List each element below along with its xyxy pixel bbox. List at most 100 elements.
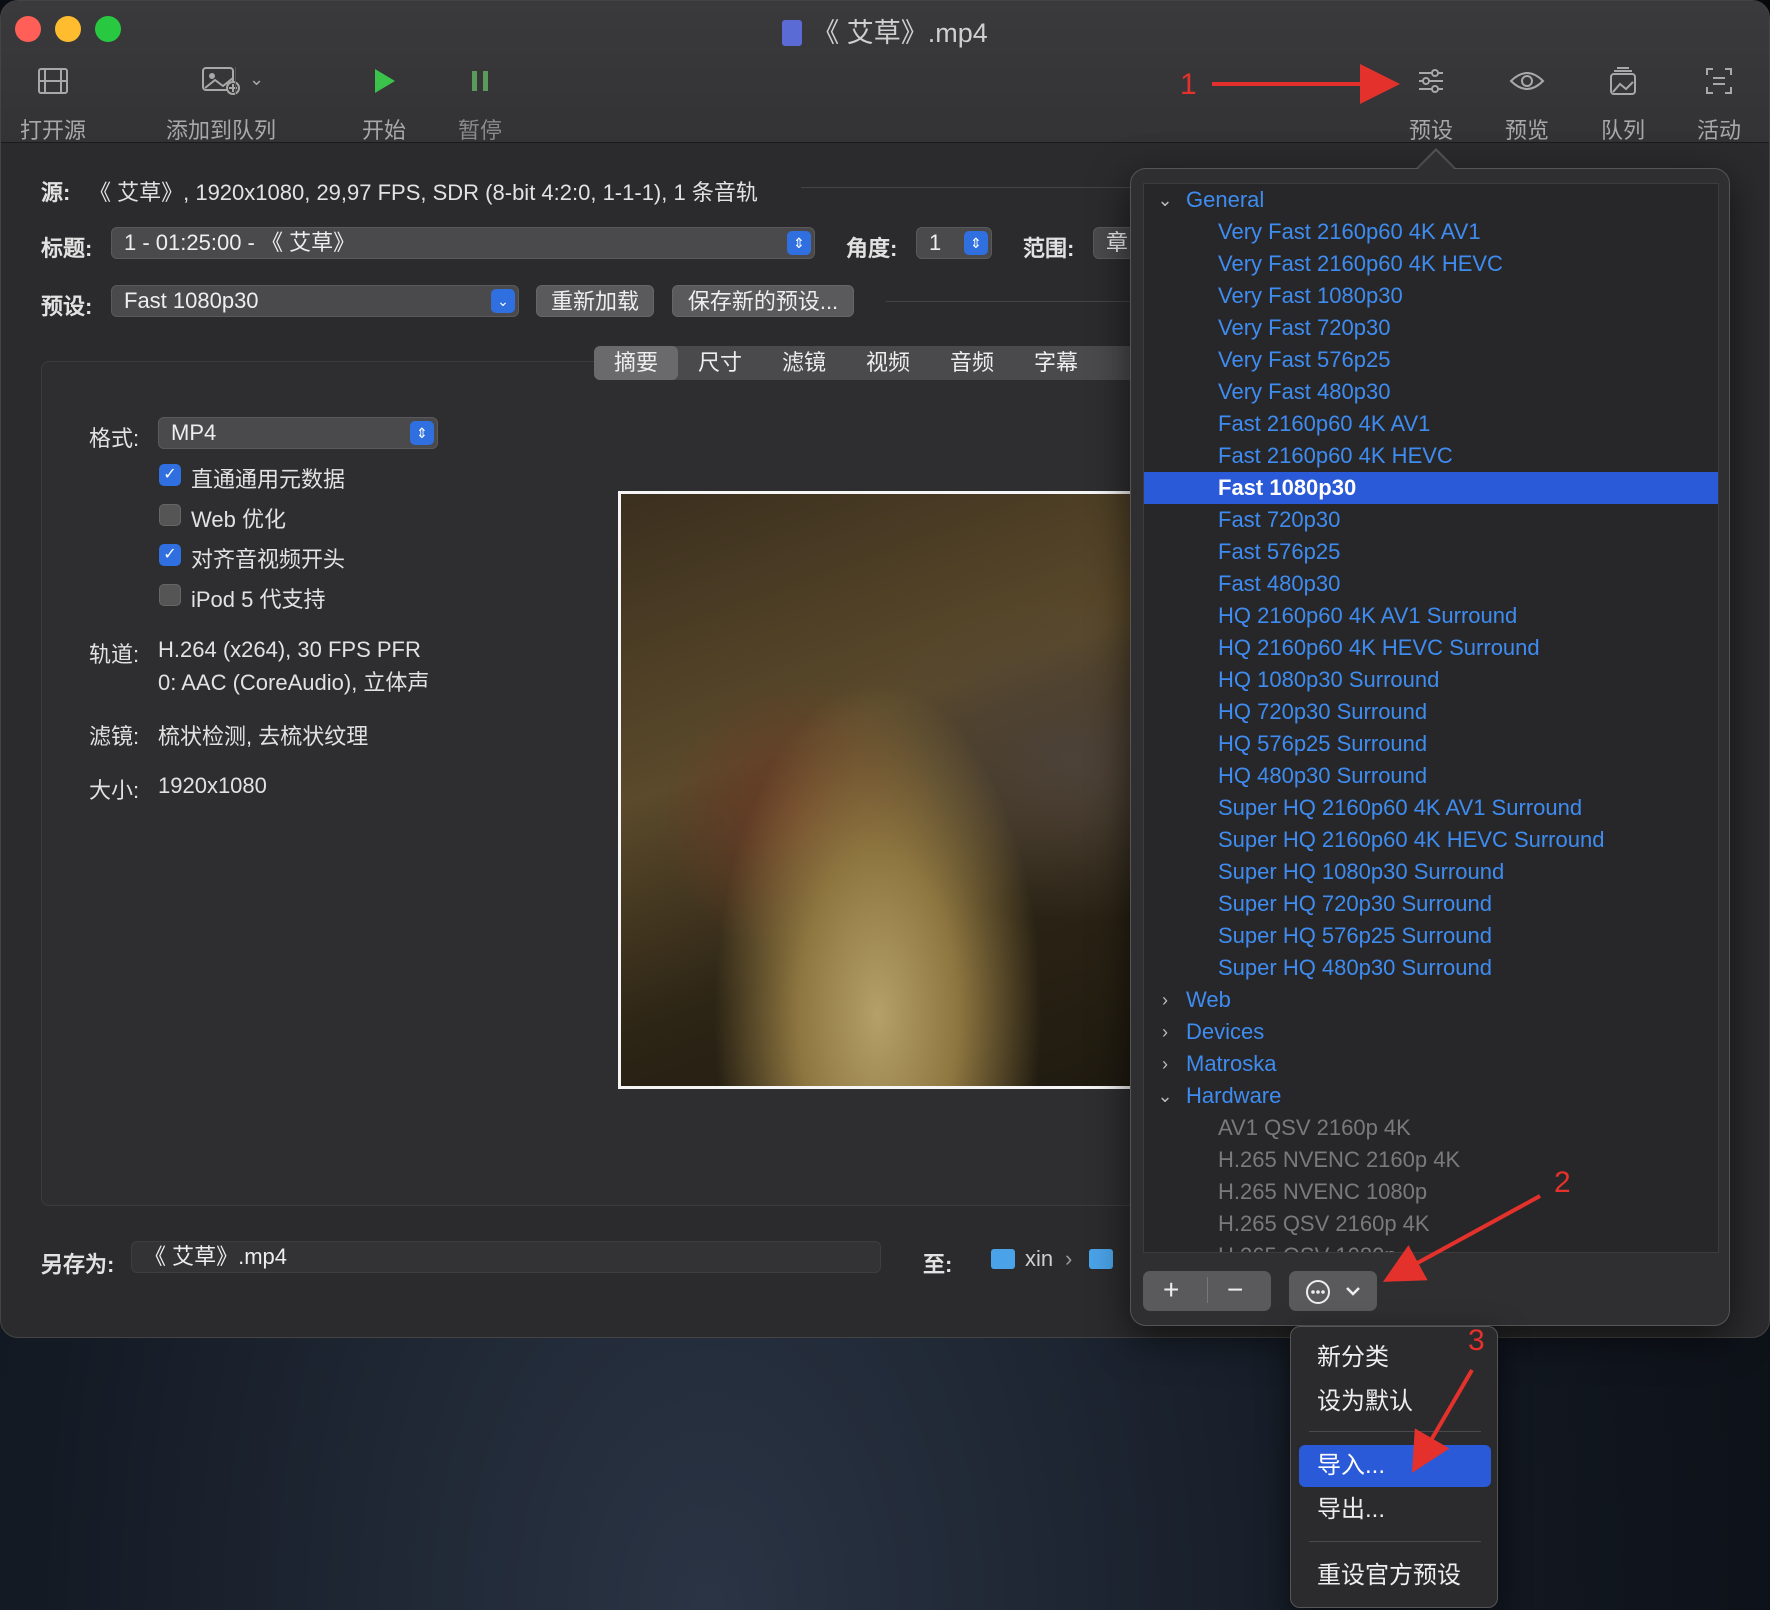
remove-preset-button[interactable]: −	[1227, 1271, 1243, 1309]
format-label: 格式:	[89, 426, 140, 451]
open-source-button[interactable]: 打开源	[15, 59, 91, 145]
preset-group-web[interactable]: › Web	[1144, 984, 1718, 1016]
film-icon	[15, 59, 91, 103]
chevron-right-icon[interactable]: ›	[1154, 1016, 1176, 1048]
preset-item[interactable]: Fast 2160p60 4K AV1	[1144, 408, 1718, 440]
filters-label: 滤镜:	[89, 724, 140, 749]
add-remove-segment: + −	[1143, 1271, 1271, 1311]
folder-icon	[991, 1249, 1015, 1269]
tab-summary[interactable]: 摘要	[594, 346, 678, 380]
save-as-field[interactable]: 《 艾草》.mp4	[131, 1241, 881, 1273]
start-button[interactable]: 开始	[359, 59, 409, 145]
queue-button[interactable]: 队列	[1597, 59, 1649, 145]
pause-label: 暂停	[457, 118, 502, 143]
open-source-label: 打开源	[19, 118, 86, 143]
folder-icon	[1089, 1249, 1113, 1269]
preset-item[interactable]: Very Fast 480p30	[1144, 376, 1718, 408]
destination-folder[interactable]: xin	[1025, 1246, 1053, 1272]
chevron-down-icon[interactable]: ⌄	[1154, 1080, 1176, 1112]
preset-item[interactable]: H.265 NVENC 2160p 4K	[1144, 1144, 1718, 1176]
menu-item-import[interactable]: 导入...	[1299, 1445, 1491, 1487]
destination-label: 至:	[923, 1252, 953, 1277]
video-preview-image	[618, 491, 1138, 1089]
preset-item[interactable]: Super HQ 1080p30 Surround	[1144, 856, 1718, 888]
preset-group-matroska[interactable]: › Matroska	[1144, 1048, 1718, 1080]
preview-label: 预览	[1504, 118, 1549, 143]
stepper-arrows-icon: ⇕	[787, 231, 811, 255]
preset-item[interactable]: Super HQ 480p30 Surround	[1144, 952, 1718, 984]
angle-popup[interactable]: 1 ⇕	[916, 227, 992, 259]
preset-item[interactable]: H.265 QSV 2160p 4K	[1144, 1208, 1718, 1240]
preset-item[interactable]: HQ 2160p60 4K AV1 Surround	[1144, 600, 1718, 632]
preset-item[interactable]: Very Fast 1080p30	[1144, 280, 1718, 312]
format-popup-value: MP4	[171, 420, 217, 445]
preset-item[interactable]: Super HQ 2160p60 4K HEVC Surround	[1144, 824, 1718, 856]
pause-button[interactable]: 暂停	[455, 59, 505, 145]
preset-item[interactable]: Fast 2160p60 4K HEVC	[1144, 440, 1718, 472]
source-label: 源:	[41, 180, 71, 205]
tab-audio[interactable]: 音频	[930, 346, 1014, 380]
preset-item[interactable]: Very Fast 576p25	[1144, 344, 1718, 376]
preset-item[interactable]: HQ 576p25 Surround	[1144, 728, 1718, 760]
toolbar-divider	[235, 67, 236, 95]
preset-divider	[886, 301, 1136, 302]
document-icon	[782, 20, 803, 46]
preset-item[interactable]: HQ 720p30 Surround	[1144, 696, 1718, 728]
align-av-start-label: 对齐音视频开头	[191, 547, 346, 572]
activity-button[interactable]: 活动	[1693, 59, 1745, 145]
window-title-text: 《 艾草》.mp4	[812, 18, 988, 48]
presets-button[interactable]: 预设	[1405, 59, 1457, 145]
title-popup[interactable]: 1 - 01:25:00 - 《 艾草》 ⇕	[111, 227, 815, 259]
menu-item-reset-builtin-presets[interactable]: 重设官方预设	[1299, 1555, 1491, 1597]
window-title: 《 艾草》.mp4	[1, 11, 1769, 50]
preset-popup[interactable]: Fast 1080p30 ⌄	[111, 285, 519, 317]
preset-item[interactable]: Super HQ 576p25 Surround	[1144, 920, 1718, 952]
preset-item[interactable]: Fast 1080p30	[1144, 472, 1718, 504]
preset-item[interactable]: Fast 480p30	[1144, 568, 1718, 600]
preset-group-devices[interactable]: › Devices	[1144, 1016, 1718, 1048]
preset-group-hardware[interactable]: ⌄ Hardware	[1144, 1080, 1718, 1112]
reload-preset-button[interactable]: 重新加载	[536, 285, 654, 317]
tab-bar: 摘要 尺寸 滤镜 视频 音频 字幕 章	[594, 346, 1182, 380]
preset-item[interactable]: Very Fast 720p30	[1144, 312, 1718, 344]
play-icon	[359, 59, 409, 103]
passthrough-metadata-checkbox[interactable]: ✓	[159, 464, 181, 486]
menu-item-set-default[interactable]: 设为默认	[1299, 1381, 1491, 1423]
chevron-right-icon[interactable]: ›	[1154, 984, 1176, 1016]
preset-item[interactable]: HQ 480p30 Surround	[1144, 760, 1718, 792]
eye-icon	[1501, 59, 1553, 103]
save-new-preset-button[interactable]: 保存新的预设...	[672, 285, 854, 317]
menu-item-export[interactable]: 导出...	[1299, 1489, 1491, 1531]
tab-dimensions[interactable]: 尺寸	[678, 346, 762, 380]
tab-subtitles[interactable]: 字幕	[1014, 346, 1098, 380]
chevron-down-icon	[1346, 1287, 1360, 1296]
tab-video[interactable]: 视频	[846, 346, 930, 380]
tab-filters[interactable]: 滤镜	[762, 346, 846, 380]
preset-item[interactable]: Fast 720p30	[1144, 504, 1718, 536]
preset-group-general[interactable]: ⌄ General	[1144, 184, 1718, 216]
preset-item[interactable]: HQ 2160p60 4K HEVC Surround	[1144, 632, 1718, 664]
angle-popup-value: 1	[929, 230, 942, 255]
chevron-down-icon[interactable]: ⌄	[249, 69, 264, 90]
menu-item-new-category[interactable]: 新分类	[1299, 1337, 1491, 1379]
preset-item[interactable]: HQ 1080p30 Surround	[1144, 664, 1718, 696]
preset-actions-button[interactable]	[1289, 1271, 1377, 1311]
web-optimize-checkbox[interactable]	[159, 504, 181, 526]
preset-group-label: Hardware	[1186, 1083, 1282, 1108]
preview-button[interactable]: 预览	[1501, 59, 1553, 145]
preset-item[interactable]: Super HQ 2160p60 4K AV1 Surround	[1144, 792, 1718, 824]
ipod-support-checkbox[interactable]	[159, 584, 181, 606]
preset-item[interactable]: Very Fast 2160p60 4K HEVC	[1144, 248, 1718, 280]
preset-item[interactable]: AV1 QSV 2160p 4K	[1144, 1112, 1718, 1144]
chevron-right-icon[interactable]: ›	[1154, 1048, 1176, 1080]
segment-divider	[1207, 1277, 1208, 1303]
preset-item[interactable]: Super HQ 720p30 Surround	[1144, 888, 1718, 920]
format-popup[interactable]: MP4 ⇕	[158, 417, 438, 449]
preset-item[interactable]: Fast 576p25	[1144, 536, 1718, 568]
align-av-start-checkbox[interactable]: ✓	[159, 544, 181, 566]
add-preset-button[interactable]: +	[1163, 1271, 1179, 1309]
chevron-down-icon[interactable]: ⌄	[1154, 184, 1176, 216]
preset-item[interactable]: Very Fast 2160p60 4K AV1	[1144, 216, 1718, 248]
preset-item[interactable]: H.265 QSV 1080p	[1144, 1240, 1718, 1252]
preset-item[interactable]: H.265 NVENC 1080p	[1144, 1176, 1718, 1208]
